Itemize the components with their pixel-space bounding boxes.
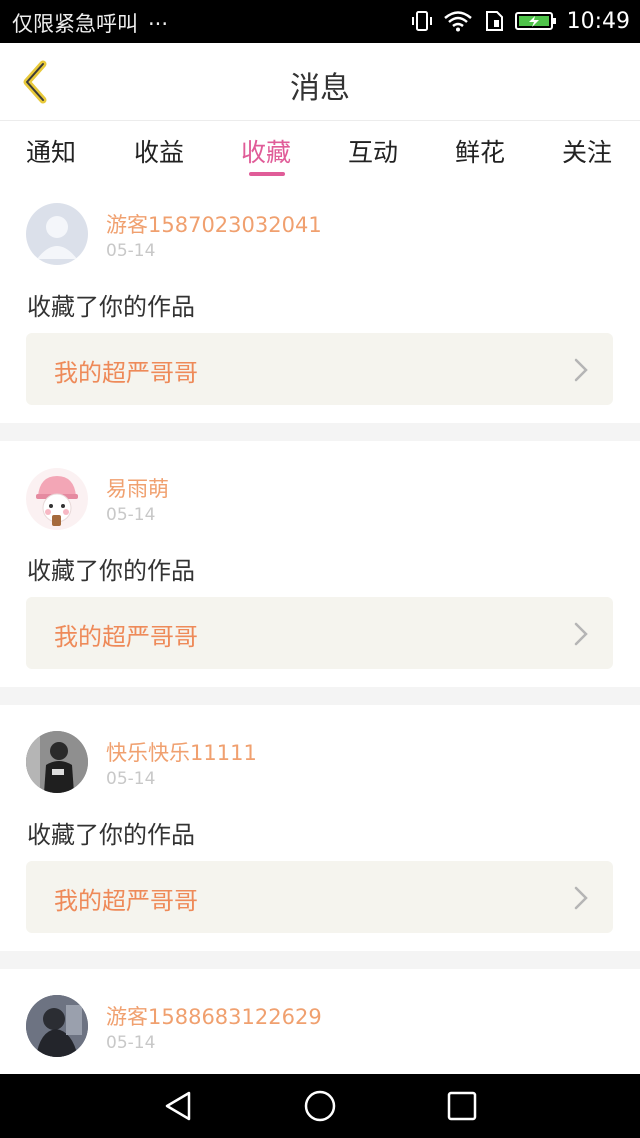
work-link[interactable]: 我的超严哥哥 xyxy=(26,597,613,669)
more-dots: ··· xyxy=(148,12,169,36)
app-header: 消息 xyxy=(0,43,640,121)
work-title: 我的超严哥哥 xyxy=(54,623,198,651)
list-item: 易雨萌 05-14 收藏了你的作品 我的超严哥哥 xyxy=(0,441,640,687)
work-link[interactable]: 我的超严哥哥 xyxy=(26,333,613,405)
message-date: 05-14 xyxy=(106,241,156,261)
tab-interactions[interactable]: 互动 xyxy=(348,133,398,169)
message-date: 05-14 xyxy=(106,505,156,525)
action-text: 收藏了你的作品 xyxy=(27,293,195,321)
clock: 10:49 xyxy=(566,8,630,34)
message-date: 05-14 xyxy=(106,769,156,789)
chevron-right-icon xyxy=(574,622,588,646)
nav-back-icon[interactable] xyxy=(160,1088,196,1124)
work-title: 我的超严哥哥 xyxy=(54,359,198,387)
sim-icon xyxy=(483,10,505,32)
status-bar: 仅限紧急呼叫 ··· 10:49 xyxy=(0,0,640,43)
status-left: 仅限紧急呼叫 ··· xyxy=(12,8,168,38)
battery-icon xyxy=(514,10,557,32)
cartoon-bear-avatar[interactable] xyxy=(26,468,88,530)
chevron-right-icon xyxy=(574,358,588,382)
page-title: 消息 xyxy=(290,71,350,106)
default-avatar[interactable] xyxy=(26,203,88,265)
chevron-right-icon xyxy=(574,886,588,910)
nav-recents-icon[interactable] xyxy=(444,1088,480,1124)
tab-favorites[interactable]: 收藏 xyxy=(241,133,291,169)
vibrate-icon xyxy=(411,10,433,32)
photo-avatar[interactable] xyxy=(26,995,88,1057)
wifi-icon xyxy=(443,10,473,32)
list-item: 游客1587023032041 05-14 收藏了你的作品 我的超严哥哥 xyxy=(0,181,640,423)
list-item: 快乐快乐11111 05-14 收藏了你的作品 我的超严哥哥 xyxy=(0,705,640,951)
tab-follows[interactable]: 关注 xyxy=(562,133,612,169)
message-date: 05-14 xyxy=(106,1033,156,1053)
tab-flowers[interactable]: 鲜花 xyxy=(455,133,505,169)
username[interactable]: 快乐快乐11111 xyxy=(106,737,257,767)
action-text: 收藏了你的作品 xyxy=(27,557,195,585)
tab-earnings[interactable]: 收益 xyxy=(134,133,184,169)
username[interactable]: 游客1587023032041 xyxy=(106,209,322,239)
tab-notifications[interactable]: 通知 xyxy=(26,133,76,169)
work-title: 我的超严哥哥 xyxy=(54,887,198,915)
list-item: 游客1588683122629 05-14 xyxy=(0,969,640,1074)
tab-active-indicator xyxy=(249,172,285,176)
tab-bar: 通知 收益 收藏 互动 鲜花 关注 xyxy=(0,121,640,181)
username[interactable]: 游客1588683122629 xyxy=(106,1001,322,1031)
status-right: 10:49 xyxy=(411,6,630,36)
carrier-text: 仅限紧急呼叫 xyxy=(12,12,138,36)
photo-avatar[interactable] xyxy=(26,731,88,793)
nav-home-icon[interactable] xyxy=(302,1088,338,1124)
system-nav-bar xyxy=(0,1074,640,1138)
work-link[interactable]: 我的超严哥哥 xyxy=(26,861,613,933)
username[interactable]: 易雨萌 xyxy=(106,473,169,503)
action-text: 收藏了你的作品 xyxy=(27,821,195,849)
